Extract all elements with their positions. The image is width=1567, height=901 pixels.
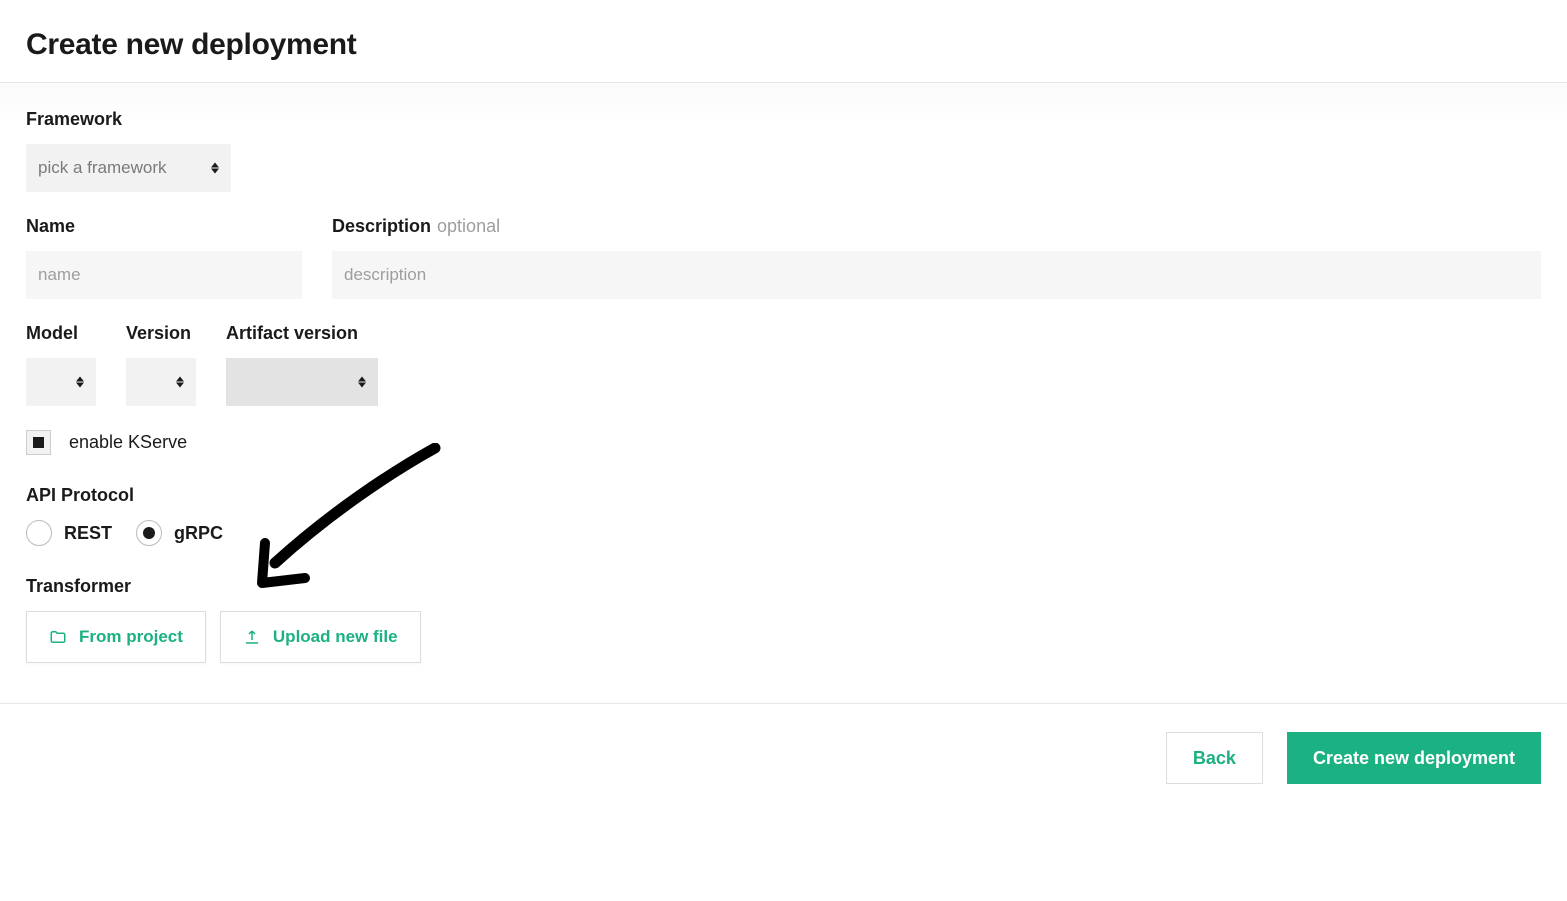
radio-label-rest: REST — [64, 523, 112, 544]
upload-icon — [243, 628, 261, 646]
radio-label-grpc: gRPC — [174, 523, 223, 544]
transformer-label: Transformer — [26, 576, 1541, 597]
name-input[interactable] — [26, 251, 302, 299]
name-label: Name — [26, 216, 302, 237]
framework-label: Framework — [26, 109, 1541, 130]
from-project-button[interactable]: From project — [26, 611, 206, 663]
page-title: Create new deployment — [26, 28, 1541, 62]
radio-icon — [136, 520, 162, 546]
enable-kserve-checkbox[interactable] — [26, 430, 51, 455]
description-input[interactable] — [332, 251, 1541, 299]
version-select[interactable] — [126, 358, 196, 406]
checkbox-checked-icon — [33, 437, 44, 448]
framework-select[interactable]: pick a framework — [26, 144, 231, 192]
select-caret-icon — [76, 377, 84, 388]
folder-icon — [49, 628, 67, 646]
framework-select-placeholder: pick a framework — [38, 158, 166, 178]
artifact-version-select[interactable] — [226, 358, 378, 406]
model-label: Model — [26, 323, 96, 344]
model-select[interactable] — [26, 358, 96, 406]
artifact-version-label: Artifact version — [226, 323, 378, 344]
create-deployment-button[interactable]: Create new deployment — [1287, 732, 1541, 784]
upload-new-file-button[interactable]: Upload new file — [220, 611, 421, 663]
back-button[interactable]: Back — [1166, 732, 1263, 784]
version-label: Version — [126, 323, 196, 344]
radio-icon — [26, 520, 52, 546]
from-project-label: From project — [79, 627, 183, 647]
select-caret-icon — [211, 163, 219, 174]
enable-kserve-label: enable KServe — [69, 432, 187, 453]
select-caret-icon — [176, 377, 184, 388]
optional-tag: optional — [437, 216, 500, 236]
api-protocol-rest[interactable]: REST — [26, 520, 112, 546]
upload-new-file-label: Upload new file — [273, 627, 398, 647]
description-label: Descriptionoptional — [332, 216, 1541, 237]
select-caret-icon — [358, 377, 366, 388]
api-protocol-label: API Protocol — [26, 485, 1541, 506]
api-protocol-grpc[interactable]: gRPC — [136, 520, 223, 546]
